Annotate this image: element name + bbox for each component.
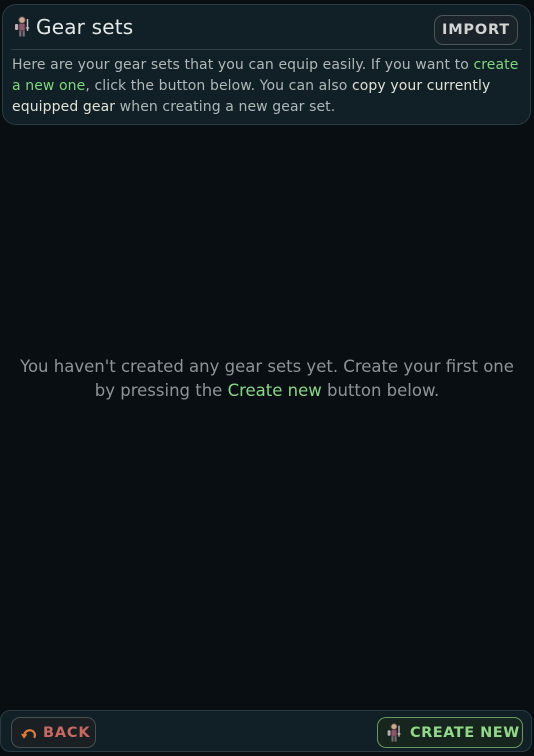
- intro-text-part: , click the button below. You can also: [85, 78, 352, 94]
- knight-armor-icon: [14, 16, 30, 38]
- knight-armor-icon: [386, 722, 402, 743]
- intro-text-part: when creating a new gear set.: [115, 99, 336, 115]
- empty-state-text: button below.: [321, 381, 440, 400]
- gear-sets-header: Gear sets IMPORT Here are your gear sets…: [2, 4, 531, 125]
- page-title: Gear sets: [36, 15, 134, 39]
- back-button-label: BACK: [43, 724, 91, 741]
- intro-text: Here are your gear sets that you can equ…: [12, 50, 521, 118]
- back-button[interactable]: BACK: [11, 717, 96, 748]
- title-row: Gear sets IMPORT: [12, 5, 521, 49]
- create-new-button[interactable]: CREATE NEW: [377, 717, 523, 748]
- intro-text-part: Here are your gear sets that you can equ…: [12, 57, 474, 73]
- create-new-inline-link[interactable]: Create new: [228, 381, 322, 400]
- footer-bar: BACK CREATE NEW: [0, 710, 532, 752]
- undo-arrow-icon: [20, 726, 37, 740]
- import-button[interactable]: IMPORT: [434, 15, 518, 45]
- create-new-button-label: CREATE NEW: [410, 724, 520, 741]
- empty-state-message: You haven't created any gear sets yet. C…: [20, 355, 514, 403]
